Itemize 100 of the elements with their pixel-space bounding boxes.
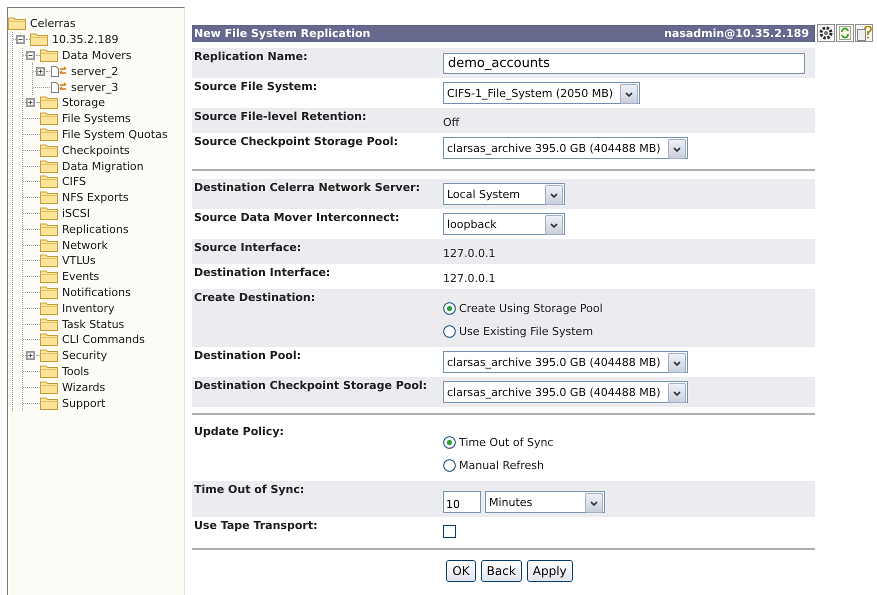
- folder-icon: [40, 222, 58, 236]
- tree-item[interactable]: CIFS: [23, 174, 184, 190]
- dropdown[interactable]: clarsas_archive 395.0 GB (404488 MB): [443, 137, 688, 159]
- caret-icon: [668, 139, 686, 159]
- folder-icon: [40, 112, 58, 126]
- form-button[interactable]: OK: [446, 560, 476, 582]
- radio-button[interactable]: [443, 436, 456, 449]
- tree-item[interactable]: server_3: [33, 79, 184, 95]
- folder-icon: [40, 270, 58, 284]
- folder-icon: [40, 191, 58, 204]
- folder-icon: [8, 17, 26, 30]
- expand-icon[interactable]: [26, 351, 35, 360]
- folder-icon: [40, 318, 58, 331]
- field-label: Destination Celerra Network Server:: [194, 181, 420, 194]
- expand-icon[interactable]: [26, 98, 35, 108]
- dropdown[interactable]: Minutes: [485, 491, 605, 513]
- field-label: Destination Interface:: [194, 266, 330, 279]
- tree-item[interactable]: Replications: [23, 221, 184, 238]
- radio-label[interactable]: Manual Refresh: [459, 459, 544, 472]
- tree-item[interactable]: Wizards: [23, 379, 184, 396]
- tree-item[interactable]: 10.35.2.189: [13, 32, 184, 48]
- tree-item[interactable]: File Systems: [23, 110, 184, 127]
- tree-item[interactable]: Inventory: [23, 300, 184, 316]
- tree-item[interactable]: Events: [23, 268, 184, 285]
- radio-label[interactable]: Use Existing File System: [459, 325, 594, 338]
- tree-item[interactable]: Task Status: [23, 316, 184, 332]
- tree-item[interactable]: Data Movers: [23, 48, 184, 64]
- folder-icon: [40, 286, 58, 299]
- tree-item[interactable]: server_2: [33, 63, 184, 80]
- number-field[interactable]: 10: [443, 491, 481, 513]
- caret-icon: [668, 383, 686, 403]
- gear-icon[interactable]: [817, 24, 835, 42]
- field-value: 127.0.0.1: [443, 271, 496, 285]
- field-label: Use Tape Transport:: [194, 519, 318, 532]
- folder-icon: [40, 96, 58, 110]
- help-icon[interactable]: [855, 24, 873, 42]
- tree-item[interactable]: Tools: [23, 364, 184, 380]
- collapse-icon[interactable]: [26, 50, 35, 60]
- field-label: Destination Checkpoint Storage Pool:: [194, 379, 428, 392]
- server-icon: [50, 81, 67, 94]
- collapse-icon[interactable]: [16, 35, 25, 44]
- caret-icon: [585, 493, 603, 513]
- radio-label[interactable]: Time Out of Sync: [459, 436, 554, 449]
- server-icon: [50, 65, 67, 78]
- tree-item[interactable]: Checkpoints: [23, 142, 184, 158]
- folder-icon: [40, 380, 58, 394]
- field-label: Update Policy:: [194, 425, 284, 438]
- tree-item[interactable]: iSCSI: [23, 206, 184, 222]
- folder-icon: [40, 238, 58, 252]
- dropdown[interactable]: CIFS-1_File_System (2050 MB): [443, 82, 640, 104]
- folder-icon: [40, 206, 58, 220]
- dropdown[interactable]: Local System: [443, 183, 565, 205]
- radio-button[interactable]: [443, 459, 456, 472]
- radio-button[interactable]: [443, 302, 456, 315]
- tree-item[interactable]: Network: [23, 237, 184, 253]
- folder-icon: [40, 175, 58, 188]
- folder-icon: [30, 33, 48, 46]
- caret-icon: [668, 353, 686, 373]
- tree-item[interactable]: Notifications: [23, 284, 184, 300]
- form-button[interactable]: Back: [480, 560, 522, 582]
- folder-icon: [40, 48, 58, 62]
- user-label: nasadmin@10.35.2.189: [664, 26, 809, 40]
- form-button[interactable]: Apply: [526, 560, 573, 582]
- tree-item[interactable]: File System Quotas: [23, 126, 184, 142]
- dropdown[interactable]: clarsas_archive 395.0 GB (404488 MB): [443, 351, 688, 373]
- dropdown[interactable]: clarsas_archive 395.0 GB (404488 MB): [443, 381, 688, 403]
- folder-icon: [40, 128, 58, 141]
- caret-icon: [545, 215, 563, 235]
- caret-icon: [545, 185, 563, 205]
- tree-item[interactable]: Storage: [23, 94, 184, 111]
- text-field[interactable]: demo_accounts: [443, 53, 805, 74]
- field-label: Source Interface:: [194, 241, 302, 254]
- tree-item[interactable]: CLI Commands: [23, 332, 184, 348]
- radio-button[interactable]: [443, 325, 456, 338]
- caret-icon: [620, 84, 638, 104]
- expand-icon[interactable]: [36, 66, 45, 76]
- tree-item[interactable]: Celerras: [8, 16, 184, 32]
- field-label: Source File-level Retention:: [194, 110, 366, 123]
- field-label: Create Destination:: [194, 291, 316, 304]
- tree-item[interactable]: VTLUs: [23, 252, 184, 269]
- checkbox[interactable]: [443, 525, 456, 538]
- folder-icon: [40, 302, 58, 315]
- field-value: 127.0.0.1: [443, 246, 496, 260]
- field-label: Destination Pool:: [194, 349, 302, 362]
- folder-icon: [40, 396, 58, 410]
- field-label: Source Data Mover Interconnect:: [194, 211, 400, 224]
- field-label: Replication Name:: [194, 50, 308, 63]
- folder-icon: [40, 364, 58, 378]
- radio-label[interactable]: Create Using Storage Pool: [459, 302, 603, 315]
- tree-item[interactable]: Security: [23, 348, 184, 364]
- folder-icon: [40, 349, 58, 362]
- field-value: Off: [443, 115, 460, 129]
- field-label: Source File System:: [194, 80, 318, 93]
- tree-item[interactable]: NFS Exports: [23, 190, 184, 206]
- tree-item[interactable]: Support: [23, 395, 184, 411]
- folder-icon: [40, 333, 58, 346]
- folder-icon: [40, 144, 58, 157]
- dropdown[interactable]: loopback: [443, 213, 565, 235]
- field-label: Source Checkpoint Storage Pool:: [194, 135, 398, 148]
- tree-item[interactable]: Data Migration: [23, 158, 184, 174]
